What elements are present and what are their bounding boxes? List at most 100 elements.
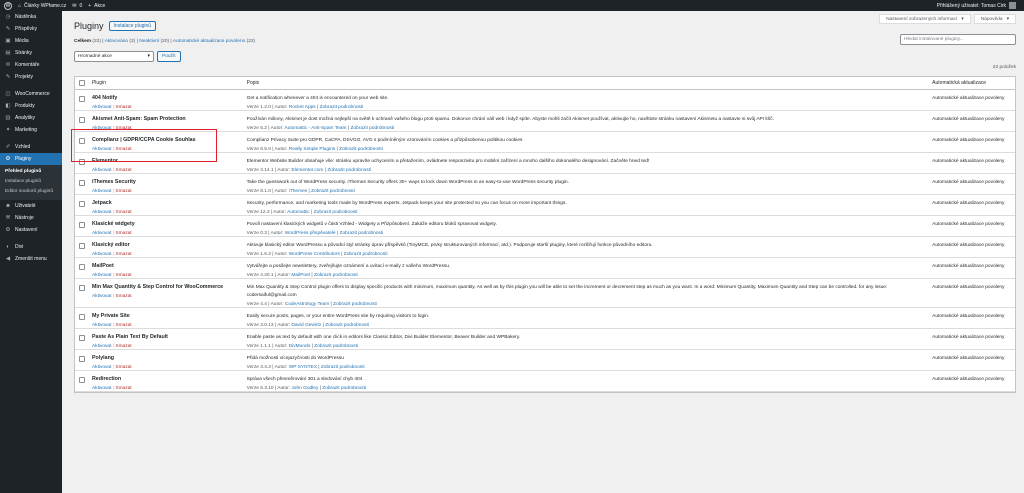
row-checkbox[interactable] <box>79 285 86 291</box>
author-link[interactable]: David Gewirtz <box>291 323 321 328</box>
author-link[interactable]: iThemes <box>289 189 307 194</box>
sidebar-item-4[interactable]: ✉ Komentáře <box>0 59 62 71</box>
view-details-link[interactable]: Zobrazit podrobnosti <box>320 105 364 110</box>
delete-link[interactable]: Smazat <box>115 231 131 236</box>
activate-link[interactable]: Aktivovat <box>92 210 111 215</box>
submenu-item[interactable]: Editor souborů pluginů <box>0 187 62 197</box>
row-checkbox[interactable] <box>79 356 86 362</box>
filter-active[interactable]: Aktivováno <box>105 39 128 44</box>
row-checkbox[interactable] <box>79 180 86 186</box>
search-input[interactable]: Hledat instalované pluginy... <box>900 34 1016 45</box>
sidebar-item-3[interactable]: ▤ Stránky <box>0 47 62 59</box>
row-checkbox[interactable] <box>79 222 86 228</box>
filter-all[interactable]: Celkem <box>74 39 91 44</box>
delete-link[interactable]: Smazat <box>115 189 131 194</box>
delete-link[interactable]: Smazat <box>115 365 131 370</box>
sidebar-item-15[interactable]: ◐ Divi <box>0 241 62 253</box>
sidebar-item-11[interactable]: ⚙ Pluginy <box>0 153 62 165</box>
activate-link[interactable]: Aktivovat <box>92 105 111 110</box>
author-link[interactable]: CodeAstrology Team <box>285 302 329 307</box>
row-checkbox[interactable] <box>79 96 86 102</box>
activate-link[interactable]: Aktivovat <box>92 231 111 236</box>
view-details-link[interactable]: Zobrazit podrobnosti <box>333 302 377 307</box>
view-details-link[interactable]: Zobrazit podrobnosti <box>314 210 358 215</box>
view-details-link[interactable]: Zobrazit podrobnosti <box>314 344 358 349</box>
sidebar-item-0[interactable]: ◷ Nástěnka <box>0 11 62 23</box>
row-checkbox[interactable] <box>79 335 86 341</box>
activate-link[interactable]: Aktivovat <box>92 189 111 194</box>
sidebar-item-16[interactable]: ◀ Zmenšit menu <box>0 253 62 265</box>
new-content-link[interactable]: + Akce <box>88 3 105 9</box>
sidebar-item-6[interactable]: ◫ WooCommerce <box>0 88 62 100</box>
apply-button[interactable]: Použít <box>157 51 181 62</box>
row-checkbox[interactable] <box>79 264 86 270</box>
row-checkbox[interactable] <box>79 201 86 207</box>
activate-link[interactable]: Aktivovat <box>92 168 111 173</box>
sidebar-item-5[interactable]: ✎ Projekty <box>0 71 62 83</box>
filter-auto-update[interactable]: Automatické aktualizace povoleno <box>173 39 246 44</box>
view-details-link[interactable]: Zobrazit podrobnosti <box>322 386 366 391</box>
sidebar-item-8[interactable]: ▥ Analytiky <box>0 112 62 124</box>
activate-link[interactable]: Aktivovat <box>92 323 111 328</box>
activate-link[interactable]: Aktivovat <box>92 365 111 370</box>
delete-link[interactable]: Smazat <box>115 294 131 299</box>
sidebar-item-12[interactable]: ☻ Uživatelé <box>0 200 62 212</box>
row-checkbox[interactable] <box>79 117 86 123</box>
sidebar-item-9[interactable]: ✦ Marketing <box>0 124 62 136</box>
activate-link[interactable]: Aktivovat <box>92 252 111 257</box>
screen-options-button[interactable]: Nastavení zobrazených informací ▾ <box>879 14 971 24</box>
help-button[interactable]: Nápověda ▾ <box>973 14 1016 24</box>
author-link[interactable]: Rocket Apps <box>289 105 316 110</box>
author-link[interactable]: WordPress přispěvatelé <box>285 231 336 236</box>
my-account[interactable]: Přihlášený uživatel: Tomas Cirk <box>937 2 1016 9</box>
activate-link[interactable]: Aktivovat <box>92 386 111 391</box>
view-details-link[interactable]: Zobrazit podrobnosti <box>321 365 365 370</box>
site-name-link[interactable]: ⌂ Články WPfame.cz <box>18 3 66 9</box>
delete-link[interactable]: Smazat <box>115 168 131 173</box>
sidebar-item-13[interactable]: ⚒ Nástroje <box>0 212 62 224</box>
select-all-checkbox[interactable] <box>79 80 86 86</box>
author-link[interactable]: Really Simple Plugins <box>289 147 335 152</box>
view-details-link[interactable]: Zobrazit podrobnosti <box>344 252 388 257</box>
author-link[interactable]: DivMundo <box>289 344 311 349</box>
wordpress-logo-icon[interactable]: W <box>4 1 12 10</box>
delete-link[interactable]: Smazat <box>115 105 131 110</box>
author-link[interactable]: Automattic <box>287 210 310 215</box>
author-link[interactable]: John Godley <box>291 386 318 391</box>
comments-link[interactable]: ✉ 0 <box>72 3 82 9</box>
view-details-link[interactable]: Zobrazit podrobnosti <box>340 231 384 236</box>
view-details-link[interactable]: Zobrazit podrobnosti <box>325 323 369 328</box>
author-link[interactable]: MailPoet <box>291 273 310 278</box>
sidebar-item-1[interactable]: ✎ Příspěvky <box>0 23 62 35</box>
add-plugin-button[interactable]: Instalace pluginů <box>108 21 157 31</box>
view-details-link[interactable]: Zobrazit podrobnosti <box>327 168 371 173</box>
delete-link[interactable]: Smazat <box>115 210 131 215</box>
submenu-item[interactable]: Přehled pluginů <box>0 167 62 177</box>
delete-link[interactable]: Smazat <box>115 273 131 278</box>
author-link[interactable]: Automattic - Anti-Spam Team <box>284 126 346 131</box>
activate-link[interactable]: Aktivovat <box>92 344 111 349</box>
activate-link[interactable]: Aktivovat <box>92 273 111 278</box>
view-details-link[interactable]: Zobrazit podrobnosti <box>311 189 355 194</box>
delete-link[interactable]: Smazat <box>115 386 131 391</box>
sidebar-item-2[interactable]: ▣ Média <box>0 35 62 47</box>
submenu-item[interactable]: Instalace pluginů <box>0 177 62 187</box>
activate-link[interactable]: Aktivovat <box>92 294 111 299</box>
row-checkbox[interactable] <box>79 314 86 320</box>
sidebar-item-10[interactable]: ✐ Vzhled <box>0 141 62 153</box>
sidebar-item-7[interactable]: ◧ Produkty <box>0 100 62 112</box>
column-header-plugin[interactable]: Plugin <box>90 80 245 86</box>
author-link[interactable]: WP SYNTEX <box>289 365 317 370</box>
view-details-link[interactable]: Zobrazit podrobnosti <box>339 147 383 152</box>
view-details-link[interactable]: Zobrazit podrobnosti <box>314 273 358 278</box>
filter-inactive[interactable]: Neaktivní <box>139 39 159 44</box>
row-checkbox[interactable] <box>79 243 86 249</box>
bulk-action-select[interactable]: Hromadné akce <box>74 51 154 62</box>
sidebar-item-14[interactable]: ⚙ Nastavení <box>0 224 62 236</box>
delete-link[interactable]: Smazat <box>115 252 131 257</box>
author-link[interactable]: WordPress Contributors <box>289 252 340 257</box>
author-link[interactable]: Elementor.com <box>291 168 323 173</box>
delete-link[interactable]: Smazat <box>115 323 131 328</box>
row-checkbox[interactable] <box>79 377 86 383</box>
view-details-link[interactable]: Zobrazit podrobnosti <box>350 126 394 131</box>
